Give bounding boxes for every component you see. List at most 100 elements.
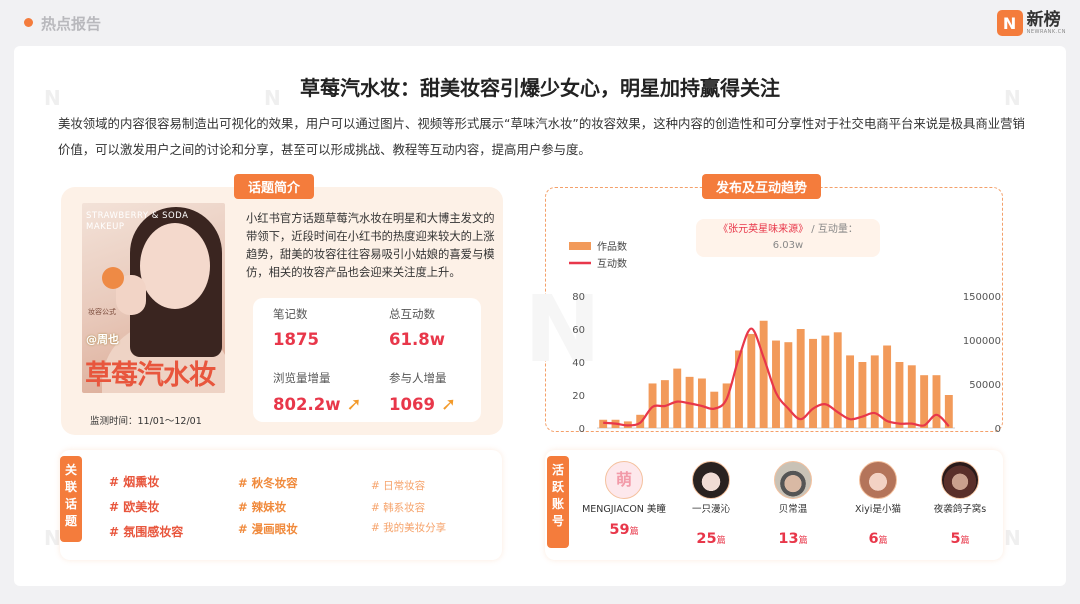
brand-domain: NEWRANK.CN xyxy=(1026,28,1066,35)
account-unit: 篇 xyxy=(960,536,970,546)
callout-value: 6.03w xyxy=(772,240,804,251)
page-title: 草莓汽水妆：甜美妆容引爆少女心，明星加持赢得关注 xyxy=(300,76,780,100)
stat-views: 浏览量增量 802.2w ➚ xyxy=(273,370,362,415)
related-topic-8[interactable]: # 韩系妆容 xyxy=(371,500,425,515)
bar-18 xyxy=(821,335,830,428)
avatar xyxy=(692,461,730,499)
account-count: 25 xyxy=(696,531,717,547)
account-name: MENGJIACON 美瞳 xyxy=(582,504,666,515)
account-unit: 篇 xyxy=(798,536,808,546)
legend-bar-label: 作品数 xyxy=(597,240,627,253)
callout-title: 《张元英星味来源》 xyxy=(718,224,809,235)
topic-description: 小红书官方话题草莓汽水妆在明星和大博主发文的带领下，近段时间在小红书的热度迎来较… xyxy=(246,212,495,279)
account-count: 13 xyxy=(778,531,799,547)
bar-27 xyxy=(932,375,941,428)
trend-up-icon: ➚ xyxy=(346,394,362,415)
account-item[interactable]: 萌 MENGJIACON 美瞳 59篇 xyxy=(582,461,666,538)
account-item[interactable]: Xiyi是小猫 6篇 xyxy=(836,461,920,547)
bar-17 xyxy=(809,338,817,428)
account-name: 夜袭鸽子窝s xyxy=(933,504,987,515)
y-right-tick-label: 0 xyxy=(995,424,1001,432)
avatar: 萌 xyxy=(605,461,643,499)
newrank-logo-icon: N xyxy=(996,10,1023,36)
y-left-tick-label: 20 xyxy=(572,391,585,402)
bar-24 xyxy=(895,362,904,428)
bar-11 xyxy=(735,350,743,428)
monitor-period: 监测时间：11/01～12/01 xyxy=(90,416,202,427)
stat-participants: 参与人增量 1069 ➚ xyxy=(389,370,456,415)
related-topics-tag: 关联话题 xyxy=(60,456,82,542)
related-topic-9[interactable]: # 我的美妆分享 xyxy=(371,520,446,535)
account-count: 5 xyxy=(950,531,961,547)
account-name: 一只漫沁 xyxy=(691,504,730,515)
section-title: 热点报告 xyxy=(41,15,102,33)
y-left-tick-label: 0 xyxy=(579,424,585,432)
related-topic-6[interactable]: # 漫画眼妆 xyxy=(238,521,298,537)
cover-face-shape xyxy=(140,223,210,309)
related-topic-5[interactable]: # 辣妹妆 xyxy=(238,499,286,515)
y-right-tick-label: 100000 xyxy=(963,336,1001,347)
stat-views-label: 浏览量增量 xyxy=(273,371,331,385)
y-left-tick-label: 60 xyxy=(572,325,585,336)
legend-line-label: 互动数 xyxy=(597,257,627,270)
bar-16 xyxy=(796,329,805,428)
bar-26 xyxy=(920,375,929,428)
avatar xyxy=(941,461,979,499)
report-card: N N N N N 草莓汽水妆：甜美妆容引爆少女心，明星加持赢得关注 美妆领域的… xyxy=(14,46,1066,586)
cover-formula-text: 妆容公式 xyxy=(88,308,116,316)
stat-interactions-label: 总互动数 xyxy=(389,307,435,321)
avatar xyxy=(774,461,812,499)
y-left-tick-label: 80 xyxy=(572,292,585,303)
related-topic-1[interactable]: # 烟熏妆 xyxy=(109,473,159,490)
account-name: 贝常温 xyxy=(778,504,808,515)
stat-interactions: 总互动数 61.8w xyxy=(389,306,445,349)
account-unit: 篇 xyxy=(878,536,888,546)
stat-interactions-value: 61.8w xyxy=(389,330,445,349)
account-count: 59 xyxy=(609,522,630,538)
brand-logo: N 新榜 NEWRANK.CN xyxy=(996,9,1066,36)
topic-tag: 话题简介 xyxy=(234,174,315,199)
cover-english-title: STRAWBERRY & SODA MAKEUP xyxy=(86,211,189,232)
stat-participants-label: 参与人增量 xyxy=(389,371,447,385)
y-right-tick-label: 150000 xyxy=(963,292,1001,303)
stat-notes: 笔记数 1875 xyxy=(273,306,319,349)
account-item[interactable]: 夜袭鸽子窝s 5篇 xyxy=(918,461,1002,547)
account-unit: 篇 xyxy=(716,536,726,546)
account-item[interactable]: 贝常温 13篇 xyxy=(751,461,835,547)
bar-23 xyxy=(883,345,892,428)
stat-notes-label: 笔记数 xyxy=(273,307,308,321)
topic-cover-image[interactable]: STRAWBERRY & SODA MAKEUP 妆容公式 @周也 草莓汽水妆 xyxy=(82,203,225,393)
callout-label: / 互动量： xyxy=(808,224,858,235)
bar-12 xyxy=(747,333,756,428)
brand-name: 新榜 xyxy=(1026,9,1061,30)
bar-6 xyxy=(673,368,682,428)
bar-22 xyxy=(870,355,879,428)
related-topic-4[interactable]: # 秋冬妆容 xyxy=(238,475,298,491)
chart-callout: 《张元英星味来源》 / 互动量： 6.03w xyxy=(696,219,880,257)
trend-up-icon: ➚ xyxy=(440,394,457,415)
cover-orange-shape xyxy=(102,267,124,289)
related-topic-3[interactable]: # 氛围感妆容 xyxy=(109,523,183,540)
watermark-icon: N xyxy=(1004,526,1021,550)
stat-views-value: 802.2w xyxy=(273,395,341,414)
bar-25 xyxy=(907,365,916,428)
cover-user-name: @周也 xyxy=(86,333,119,346)
related-topic-7[interactable]: # 日常妆容 xyxy=(371,478,425,493)
y-right-tick-label: 50000 xyxy=(969,380,1001,391)
related-topic-2[interactable]: # 欧美妆 xyxy=(109,498,159,515)
watermark-icon: N xyxy=(44,526,61,550)
top-bar: 热点报告 N 新榜 NEWRANK.CN xyxy=(0,0,1080,46)
account-count: 6 xyxy=(868,531,879,547)
intro-paragraph: 美妆领域的内容很容易制造出可视化的效果，用户可以通过图片、视频等形式展示“草味汽… xyxy=(58,116,1025,157)
stat-notes-value: 1875 xyxy=(273,330,319,349)
avatar xyxy=(859,461,897,499)
account-item[interactable]: 一只漫沁 25篇 xyxy=(669,461,753,547)
section-dot-icon xyxy=(24,18,33,27)
active-accounts-tag: 活跃账号 xyxy=(547,456,569,548)
bar-8 xyxy=(697,378,706,428)
bar-15 xyxy=(784,342,793,428)
account-unit: 篇 xyxy=(629,527,639,537)
cover-title: 草莓汽水妆 xyxy=(85,360,216,391)
bar-13 xyxy=(759,320,768,428)
legend-bar-swatch xyxy=(569,242,591,250)
